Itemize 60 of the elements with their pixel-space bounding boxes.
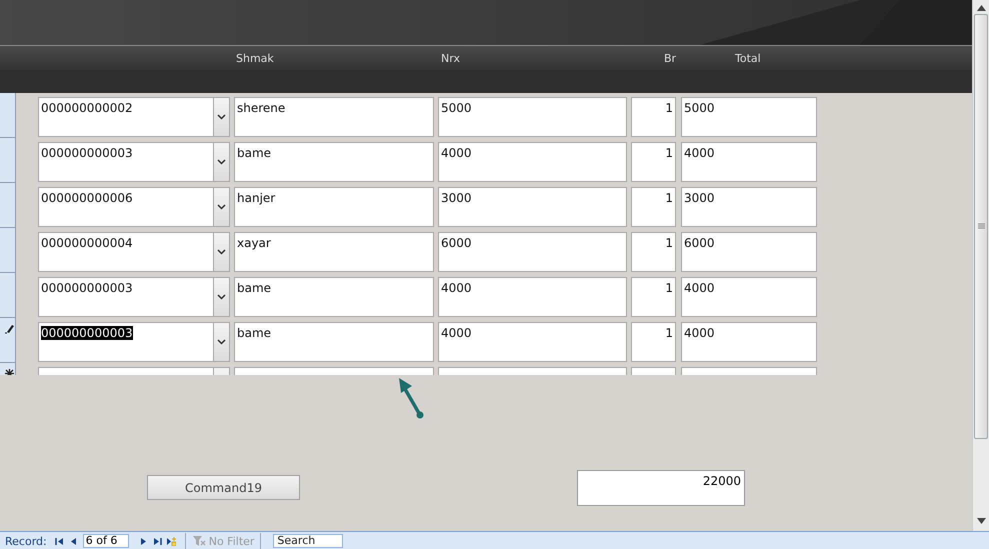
input-field[interactable]: 4000 — [681, 277, 817, 317]
caret-icon — [217, 204, 226, 210]
combo-box[interactable]: 000000000003 — [38, 142, 230, 182]
input-field[interactable]: xayar — [234, 232, 434, 272]
pencil-icon — [4, 323, 15, 334]
input-field[interactable]: bame — [234, 277, 434, 317]
dropdown-button[interactable] — [213, 187, 230, 227]
scroll-down-icon[interactable] — [976, 518, 986, 524]
total-field[interactable]: 22000 — [577, 470, 745, 506]
scroll-thumb[interactable] — [974, 14, 988, 439]
record-selector[interactable] — [0, 318, 16, 363]
dropdown-button[interactable] — [213, 322, 230, 362]
combo-box[interactable]: 000000000006 — [38, 187, 230, 227]
input-field[interactable]: 1 — [631, 322, 676, 362]
input-field[interactable]: 5000 — [438, 97, 627, 137]
input-field[interactable]: 5000 — [681, 97, 817, 137]
funnel-icon — [192, 535, 206, 547]
input-field[interactable]: hanjer — [234, 187, 434, 227]
caret-icon — [217, 339, 226, 345]
input-field[interactable]: 6000 — [681, 232, 817, 272]
combo-box[interactable]: 000000000002 — [38, 97, 230, 137]
combo-box[interactable]: 000000000003 — [38, 277, 230, 317]
input-field[interactable]: 6000 — [438, 232, 627, 272]
input-field[interactable]: bame — [234, 322, 434, 362]
scrollbar[interactable] — [972, 0, 989, 531]
input-field[interactable]: 4000 — [681, 322, 817, 362]
record-label: Record: — [5, 534, 47, 548]
scroll-up-icon[interactable] — [976, 5, 986, 11]
input-field[interactable]: 1 — [631, 142, 676, 182]
input-field[interactable]: 1 — [631, 232, 676, 272]
combo-box[interactable]: 000000000004 — [38, 232, 230, 272]
input-field[interactable]: 3000 — [681, 187, 817, 227]
input-field[interactable]: 1 — [631, 187, 676, 227]
column-header: Total — [735, 52, 762, 64]
input-field[interactable]: 1 — [631, 97, 676, 137]
search-field[interactable]: Search — [273, 534, 344, 548]
combo-box[interactable]: 000000000003 — [38, 322, 230, 362]
dropdown-button[interactable] — [213, 142, 230, 182]
column-header: Br — [664, 52, 678, 64]
input-field[interactable]: 4000 — [438, 142, 627, 182]
pointer-arrow — [399, 378, 424, 418]
dropdown-button[interactable] — [213, 232, 230, 272]
dropdown-button[interactable] — [213, 277, 230, 317]
new-record-icon[interactable] — [164, 534, 179, 548]
column-header: Nrx — [441, 52, 461, 64]
caret-icon — [217, 159, 226, 165]
column-header: Shmak — [236, 52, 275, 64]
input-field[interactable]: bame — [234, 142, 434, 182]
caret-icon — [217, 249, 226, 255]
caret-icon — [217, 294, 226, 300]
command-button[interactable]: Command19 — [147, 475, 300, 500]
record-position-field[interactable]: 6 of 6 — [82, 534, 129, 548]
input-field[interactable]: 4000 — [681, 142, 817, 182]
input-field[interactable]: 4000 — [438, 277, 627, 317]
input-field[interactable]: 4000 — [438, 322, 627, 362]
input-field[interactable]: 1 — [631, 277, 676, 317]
dropdown-button[interactable] — [213, 97, 230, 137]
input-field[interactable]: sherene — [234, 97, 434, 137]
input-field[interactable]: 3000 — [438, 187, 627, 227]
caret-icon — [217, 114, 226, 120]
